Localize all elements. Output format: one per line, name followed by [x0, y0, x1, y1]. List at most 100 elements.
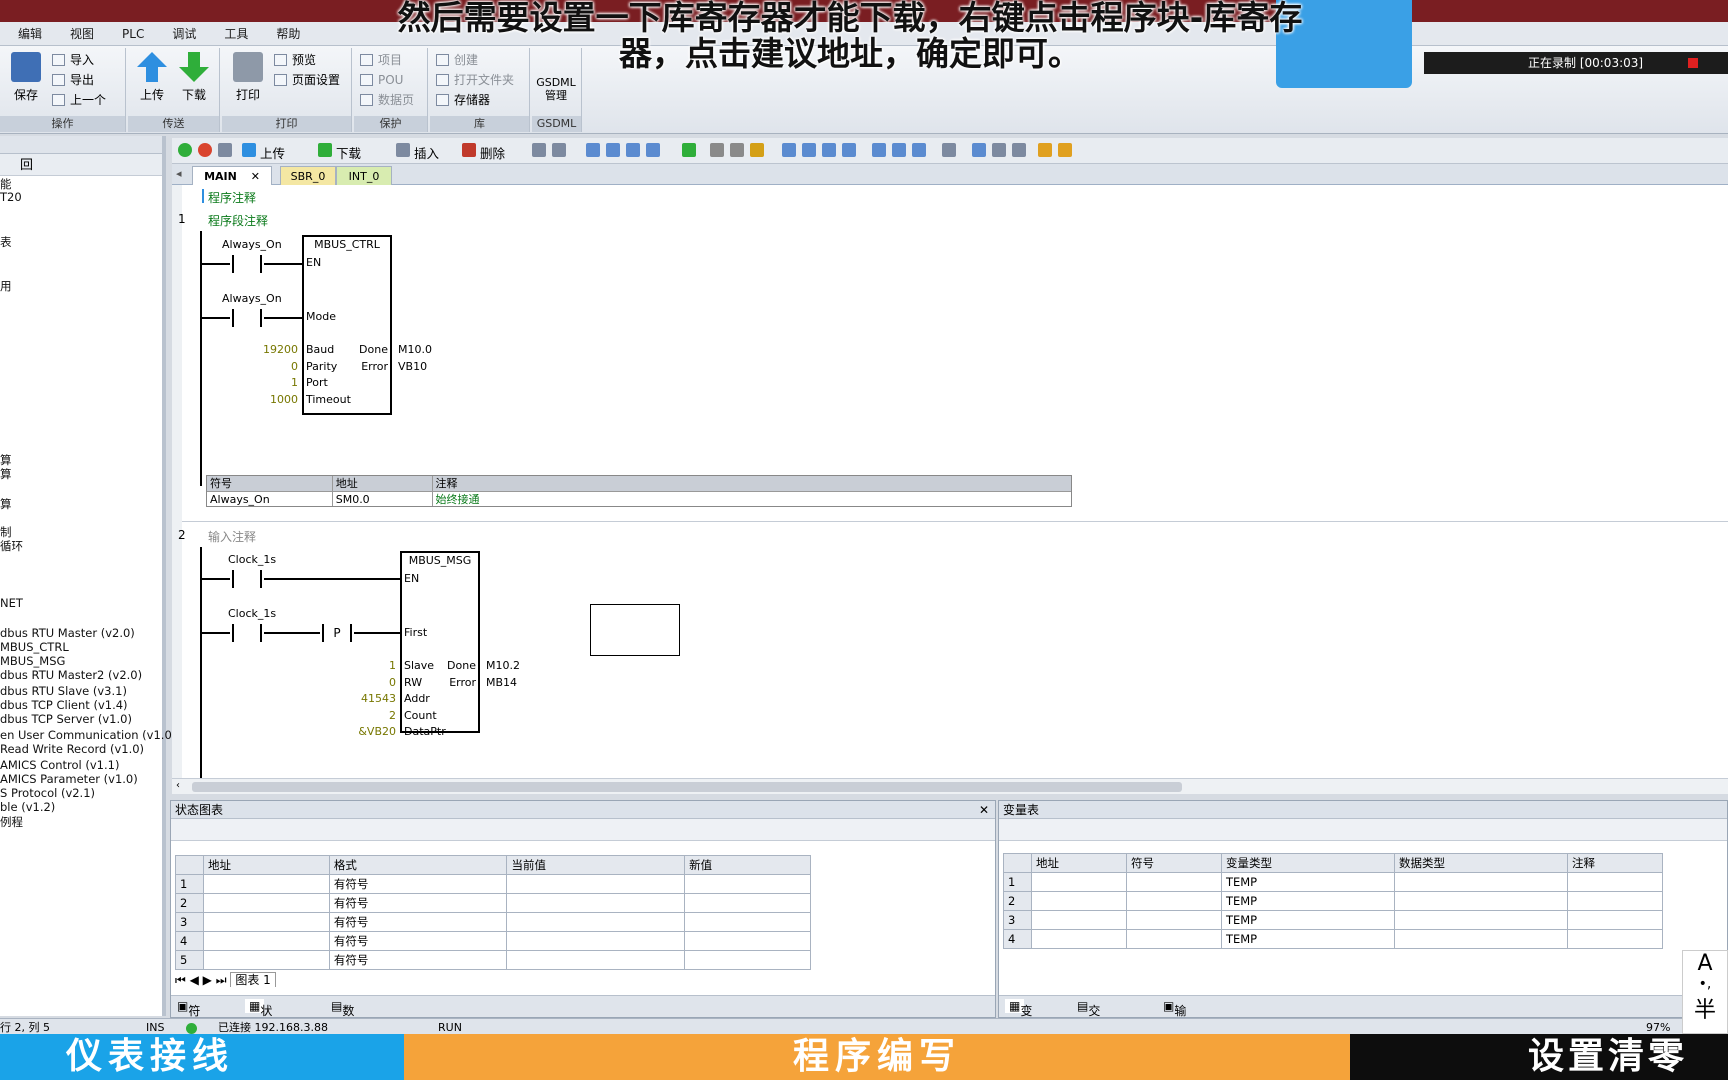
ladder-editor[interactable]: 程序注释 1 程序段注释 Always_On Always_On MBUS_CT…	[172, 185, 1728, 780]
lock2-icon[interactable]	[730, 143, 744, 157]
compile-icon[interactable]	[218, 143, 232, 157]
delete-icon[interactable]	[462, 143, 476, 157]
input-value[interactable]: &VB20	[340, 725, 396, 738]
tree-item[interactable]: S Protocol (v2.1)	[0, 786, 95, 800]
tab-int0[interactable]: INT_0	[336, 166, 392, 185]
ime-toolbar[interactable]: A •, 半	[1682, 950, 1728, 1034]
table-row[interactable]: 3 TEMP	[1003, 910, 1663, 930]
toolbar-icon-b[interactable]	[552, 143, 566, 157]
stop-record-icon[interactable]	[1688, 58, 1698, 68]
input-value[interactable]: 41543	[340, 692, 396, 705]
tree-item[interactable]: en User Communication (v1.0)	[0, 728, 176, 742]
table-cell[interactable]	[684, 950, 811, 970]
export-button[interactable]: 导出	[50, 70, 94, 90]
table-cell[interactable]	[203, 912, 330, 932]
tree-item[interactable]: 循环	[0, 538, 23, 554]
table-cell[interactable]: 有符号	[328, 893, 508, 913]
print-button[interactable]: 打印	[226, 52, 270, 103]
input-value[interactable]: 0	[340, 676, 396, 689]
table-cell[interactable]: 有符号	[328, 950, 508, 970]
tree-item[interactable]: dbus RTU Master (v2.0)	[0, 626, 135, 640]
toolbar-icon-f[interactable]	[646, 143, 660, 157]
tree-item[interactable]: MBUS_MSG	[0, 654, 65, 668]
tree-item[interactable]: ble (v1.2)	[0, 800, 55, 814]
menu-edit[interactable]: 编辑	[4, 25, 56, 42]
toolbar-icon-h[interactable]	[942, 143, 956, 157]
tree-item[interactable]: dbus RTU Slave (v3.1)	[0, 684, 127, 698]
mbus-ctrl-block[interactable]: MBUS_CTRL EN Mode Baud Parity Port Timeout …	[302, 235, 392, 415]
table-row[interactable]: 2 TEMP	[1003, 891, 1663, 911]
toolbar-icon-i[interactable]	[972, 143, 986, 157]
table-cell[interactable]	[1393, 929, 1569, 949]
lock-icon[interactable]	[710, 143, 724, 157]
tab-output-window[interactable]: ▣ 输出窗口	[1163, 999, 1186, 1069]
table-cell[interactable]: TEMP	[1220, 872, 1395, 892]
column-header[interactable]: 地址	[1031, 853, 1127, 873]
tree-item[interactable]: Read Write Record (v1.0)	[0, 742, 144, 756]
menu-tools[interactable]: 工具	[210, 25, 262, 42]
tree-item[interactable]: MBUS_CTRL	[0, 640, 69, 654]
menu-plc[interactable]: PLC	[108, 27, 158, 41]
network-2-comment[interactable]: 输入注释	[208, 528, 256, 545]
stop-icon[interactable]	[198, 143, 212, 157]
toolbar-icon-e[interactable]	[626, 143, 640, 157]
toolbar-icon-j[interactable]	[992, 143, 1006, 157]
empty-box[interactable]	[590, 604, 680, 656]
output-value[interactable]: M10.0	[398, 343, 432, 356]
table-row[interactable]: 5 有符号	[175, 950, 811, 970]
import-button[interactable]: 导入	[50, 50, 94, 70]
tree-item[interactable]: 表	[0, 234, 12, 250]
table-cell[interactable]	[1125, 929, 1222, 949]
delete-button[interactable]: 删除	[480, 143, 505, 162]
table-cell[interactable]	[506, 912, 686, 932]
tree-item[interactable]: dbus RTU Master2 (v2.0)	[0, 668, 142, 682]
table-cell[interactable]	[1567, 891, 1663, 911]
table-row[interactable]: 4 TEMP	[1003, 929, 1663, 949]
column-header[interactable]: 新值	[684, 855, 811, 875]
insert-icon[interactable]	[396, 143, 410, 157]
table-cell[interactable]	[1031, 910, 1127, 930]
table-cell[interactable]: TEMP	[1220, 929, 1395, 949]
column-header[interactable]: 格式	[328, 855, 508, 875]
table-cell[interactable]	[1567, 910, 1663, 930]
toolbar-icon-c[interactable]	[586, 143, 600, 157]
scroll-left-icon[interactable]: ‹	[176, 780, 180, 791]
table-cell[interactable]	[1125, 891, 1222, 911]
tab-sbr0[interactable]: SBR_0	[280, 166, 336, 185]
unlock-icon[interactable]	[750, 143, 764, 157]
output-value[interactable]: MB14	[486, 676, 517, 689]
scroll-thumb[interactable]	[192, 782, 1182, 792]
output-value[interactable]: VB10	[398, 360, 427, 373]
tab-cross-reference[interactable]: ▤ 交叉引用	[1077, 999, 1100, 1069]
input-value[interactable]: 19200	[242, 343, 298, 356]
download-button[interactable]: 下载	[172, 52, 216, 103]
table-row[interactable]: 1 有符号	[175, 874, 811, 894]
table-cell[interactable]	[1125, 872, 1222, 892]
tab-variable-table[interactable]: ▦ 变量表	[1005, 999, 1032, 1052]
network-1-comment[interactable]: 程序段注释	[208, 212, 268, 229]
close-panel-icon[interactable]: ✕	[979, 801, 989, 819]
editor-hscrollbar[interactable]: ‹	[172, 778, 1728, 794]
output-value[interactable]: M10.2	[486, 659, 520, 672]
tree-item[interactable]: AMICS Control (v1.1)	[0, 758, 119, 772]
table-cell[interactable]: 有符号	[328, 931, 508, 951]
upload-small-icon[interactable]	[242, 143, 256, 157]
contact-always-on-1[interactable]	[232, 255, 262, 273]
table-cell[interactable]	[1393, 872, 1569, 892]
contact-clock-1[interactable]	[232, 570, 262, 588]
tab-symbol-table[interactable]: ▣ 符号表	[177, 999, 200, 1052]
positive-edge-contact[interactable]: P	[322, 624, 352, 642]
column-header[interactable]: 当前值	[506, 855, 686, 875]
table-cell[interactable]	[1567, 872, 1663, 892]
table-cell[interactable]	[684, 874, 811, 894]
column-header[interactable]: 注释	[1567, 853, 1663, 873]
table-cell[interactable]	[1031, 872, 1127, 892]
table-cell[interactable]	[1567, 929, 1663, 949]
input-value[interactable]: 0	[242, 360, 298, 373]
table-cell[interactable]	[1393, 910, 1569, 930]
tab-status-chart[interactable]: ▦ 状态图表	[245, 999, 272, 1069]
tree-item[interactable]: NET	[0, 596, 23, 610]
tree-icon[interactable]: 回	[20, 158, 33, 173]
column-header[interactable]: 地址	[203, 855, 330, 875]
input-value[interactable]: 2	[340, 709, 396, 722]
